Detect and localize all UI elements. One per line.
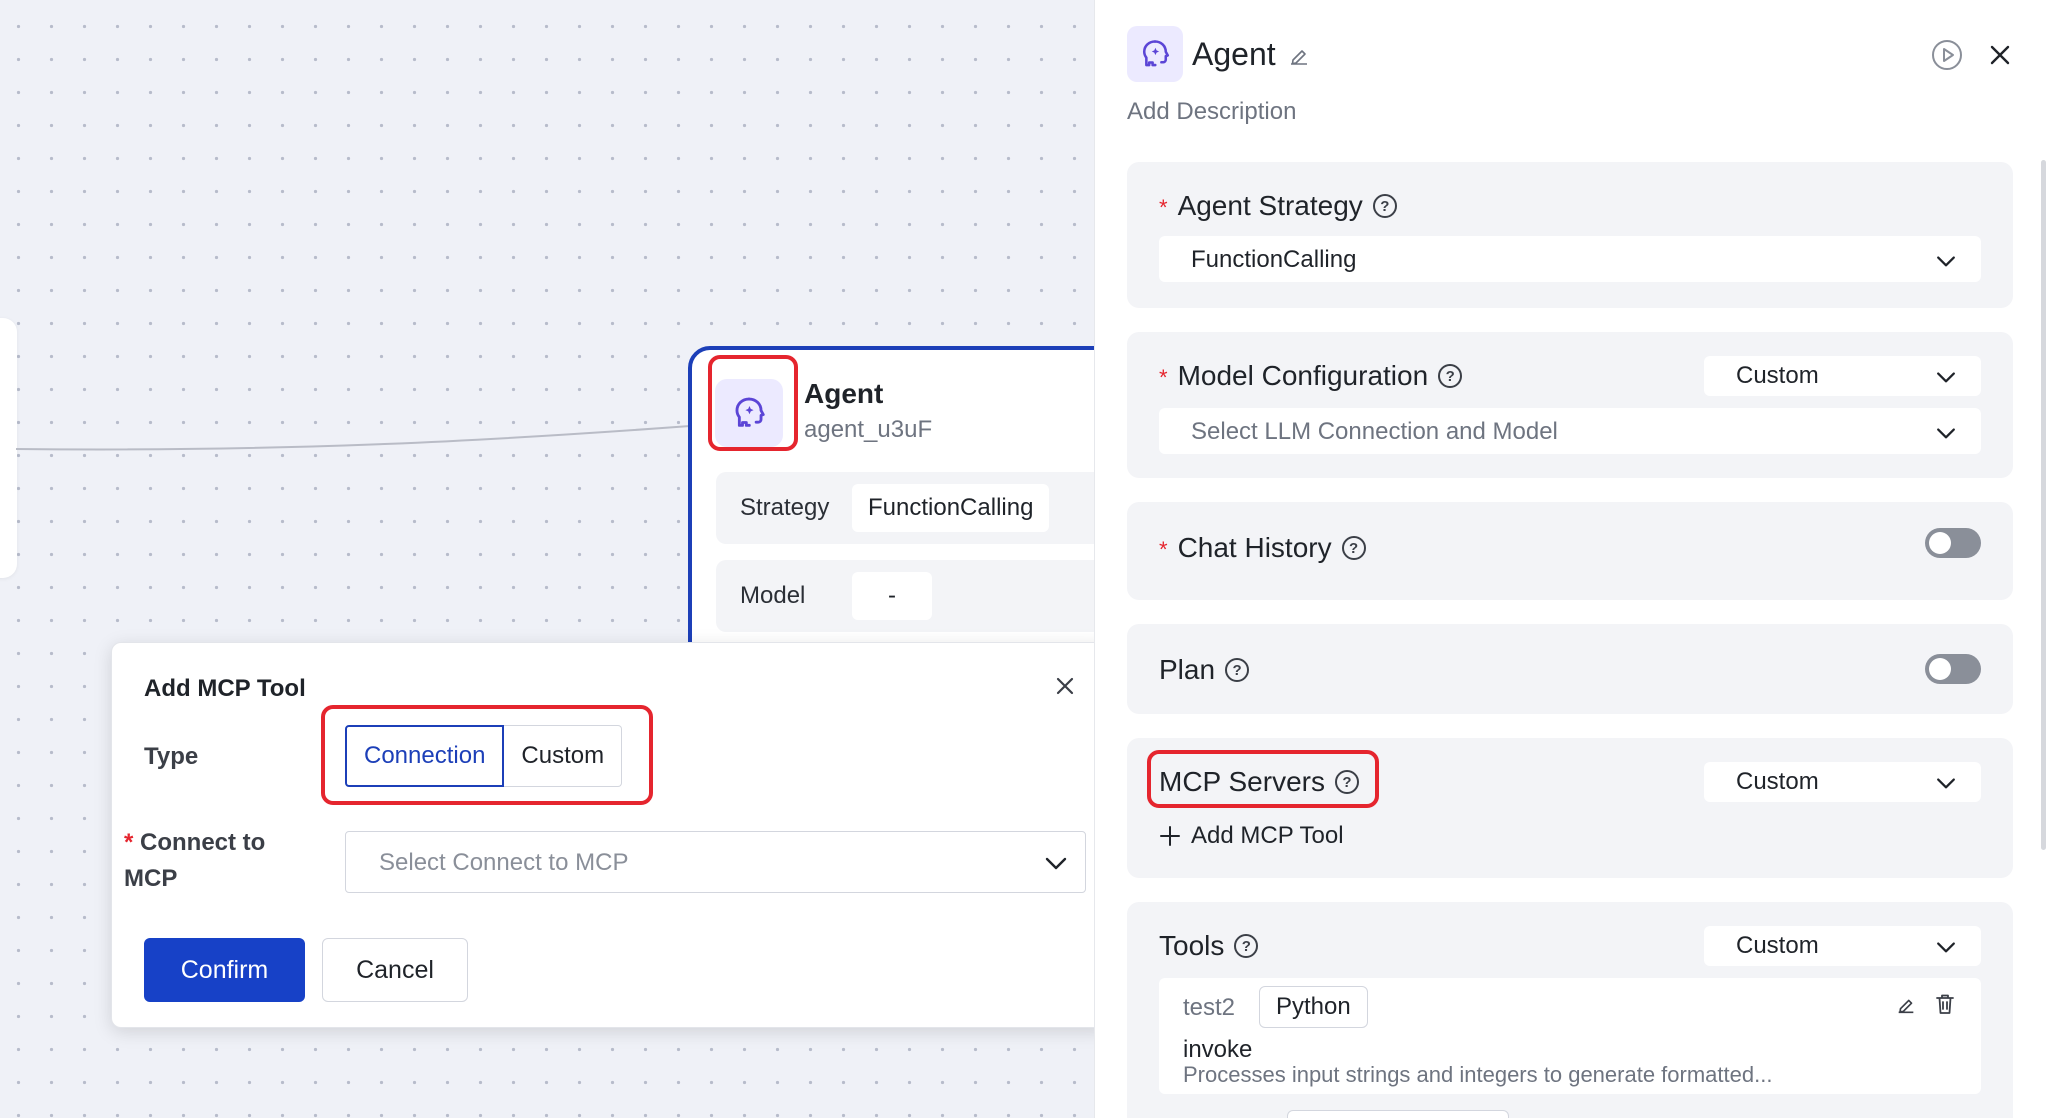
panel-scrollbar[interactable]	[2041, 160, 2046, 850]
agent-strategy-title: * Agent Strategy ?	[1159, 190, 1397, 222]
help-icon[interactable]: ?	[1438, 364, 1463, 388]
tools-card: Tools ? Custom test2 Python invoke Proce…	[1127, 902, 2013, 1118]
chat-history-title: * Chat History ?	[1159, 532, 1366, 564]
chevron-down-icon	[1045, 857, 1067, 870]
model-label: Model	[740, 582, 806, 609]
type-label: Type	[144, 743, 199, 770]
agent-node-title: Agent	[804, 378, 884, 409]
chat-history-card: * Chat History ?	[1127, 502, 2013, 600]
tool-type-tag: Python	[1259, 986, 1368, 1028]
agent-settings-panel: Agent Add Description * Agent Strategy ?…	[1094, 0, 2046, 1118]
required-marker: *	[1159, 537, 1168, 562]
model-value: -	[852, 572, 932, 620]
add-mcp-tool-dialog: Add MCP Tool Type Connection Custom * Co…	[111, 642, 1109, 1028]
required-marker: *	[124, 829, 141, 856]
help-icon[interactable]: ?	[1225, 658, 1250, 682]
agent-strategy-select[interactable]: FunctionCalling	[1159, 236, 1981, 282]
tool-item[interactable]: test2 Python invoke Processes input stri…	[1159, 978, 1981, 1094]
chevron-down-icon	[1937, 942, 1955, 953]
connect-to-mcp-select[interactable]: Select Connect to MCP	[345, 831, 1086, 893]
tool-name: test2	[1183, 994, 1236, 1021]
connect-to-mcp-label: * Connect to MCP	[124, 829, 266, 892]
edit-icon[interactable]	[1287, 44, 1311, 68]
agent-node-id: agent_u3uF	[804, 416, 933, 443]
plan-toggle[interactable]	[1925, 654, 1981, 684]
mcp-mode-select[interactable]: Custom	[1704, 762, 1981, 802]
confirm-button[interactable]: Confirm	[144, 938, 305, 1002]
chevron-down-icon	[1937, 428, 1955, 439]
strategy-label: Strategy	[740, 494, 830, 521]
delete-icon[interactable]	[1933, 992, 1957, 1016]
add-mcp-tool-button[interactable]: Add MCP Tool	[1159, 822, 1344, 850]
llm-model-select[interactable]: Select LLM Connection and Model	[1159, 408, 1981, 454]
tool-function-name: invoke	[1183, 1036, 1253, 1063]
highlight-type-control	[321, 705, 653, 805]
help-icon[interactable]: ?	[1341, 536, 1366, 560]
agent-strategy-card: * Agent Strategy ? FunctionCalling	[1127, 162, 2013, 308]
highlight-mcp-servers	[1147, 750, 1379, 808]
edit-icon[interactable]	[1895, 994, 1917, 1016]
panel-agent-icon	[1127, 26, 1183, 82]
model-mode-select[interactable]: Custom	[1704, 356, 1981, 396]
highlight-agent-icon	[708, 355, 798, 451]
dialog-title: Add MCP Tool	[144, 675, 306, 702]
node-strategy-row: Strategy FunctionCalling	[716, 472, 1094, 544]
help-icon[interactable]: ?	[1234, 934, 1259, 958]
model-configuration-card: * Model Configuration ? Custom Select LL…	[1127, 332, 2013, 478]
tools-title: Tools ?	[1159, 930, 1259, 962]
panel-title: Agent	[1192, 36, 1276, 72]
close-icon[interactable]	[1985, 40, 2015, 70]
cancel-button[interactable]: Cancel	[322, 938, 468, 1002]
tools-mode-select[interactable]: Custom	[1704, 926, 1981, 966]
chevron-down-icon	[1937, 256, 1955, 267]
tool-description: Processes input strings and integers to …	[1183, 1062, 1773, 1087]
required-marker: *	[1159, 365, 1168, 390]
chat-history-toggle[interactable]	[1925, 528, 1981, 558]
run-icon[interactable]	[1930, 38, 1964, 72]
plan-title: Plan ?	[1159, 654, 1250, 686]
required-marker: *	[1159, 195, 1168, 220]
close-icon[interactable]	[1050, 671, 1080, 701]
plan-card: Plan ?	[1127, 624, 2013, 714]
chevron-down-icon	[1937, 372, 1955, 383]
help-icon[interactable]: ?	[1372, 194, 1397, 218]
model-configuration-title: * Model Configuration ?	[1159, 360, 1463, 392]
strategy-value: FunctionCalling	[852, 484, 1050, 532]
chevron-down-icon	[1937, 778, 1955, 789]
panel-description[interactable]: Add Description	[1127, 98, 1296, 126]
plus-icon	[1160, 826, 1180, 846]
node-model-row: Model -	[716, 560, 1094, 632]
agent-head-icon	[1142, 40, 1170, 67]
tool-item-tag-partial	[1287, 1110, 1509, 1118]
